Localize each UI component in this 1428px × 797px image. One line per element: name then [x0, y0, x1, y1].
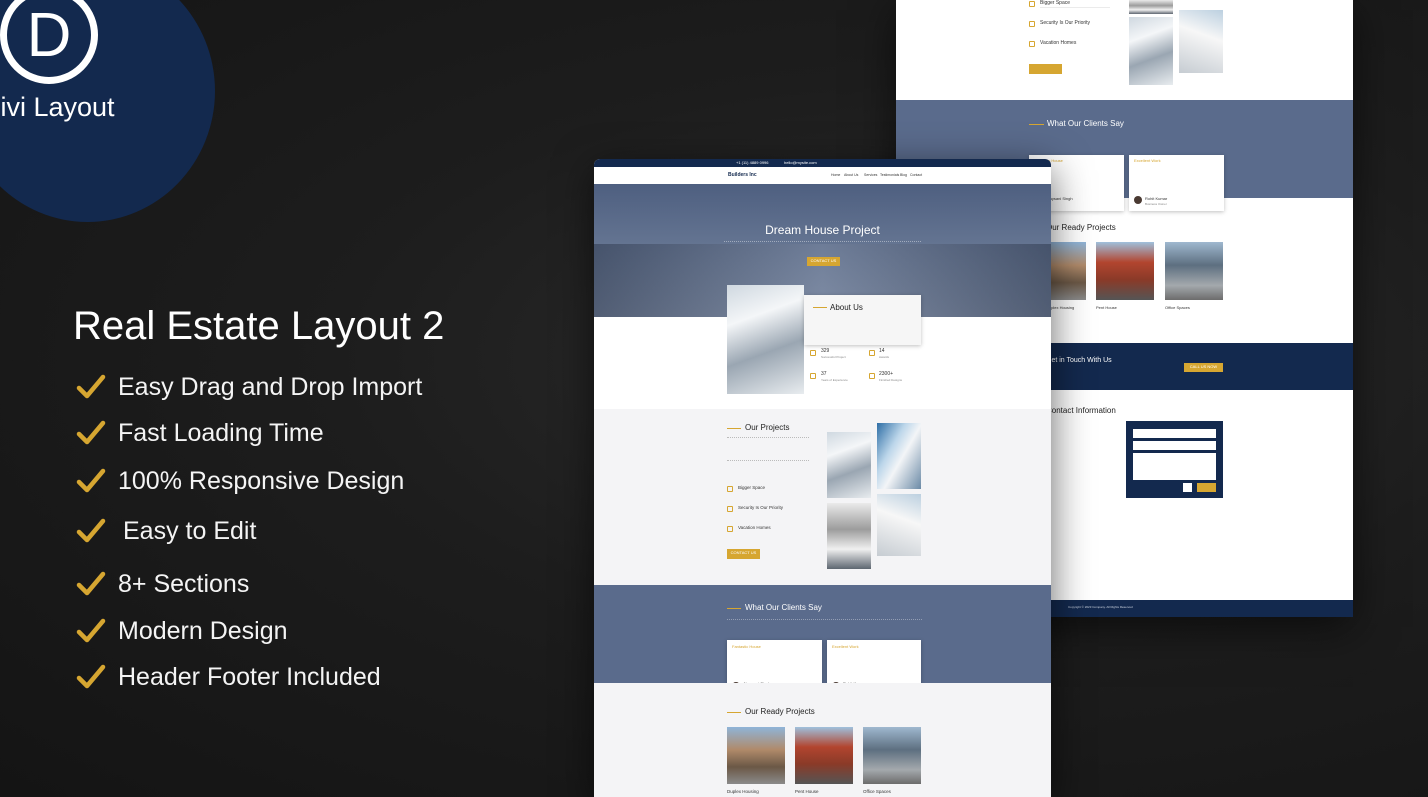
- check-icon: [76, 374, 106, 399]
- avatar: [1134, 196, 1142, 204]
- projects-contact-button[interactable]: CONTACT US: [727, 549, 760, 559]
- topbar-email: hello@mysite.com: [784, 160, 817, 165]
- space-icon: [1029, 1, 1035, 7]
- ready-item-name: Pent House: [795, 789, 819, 794]
- projects-section: [594, 409, 1051, 585]
- page-headline: Real Estate Layout 2: [73, 304, 445, 348]
- home-icon: [1029, 41, 1035, 47]
- front-page-mockup: +1 (11) 4889 0996 hello@mysite.com Build…: [594, 159, 1051, 797]
- ready-item-name: Office Spaces: [1165, 305, 1190, 310]
- badge-label: Divi Layout: [0, 92, 115, 122]
- logo-letter: D: [26, 0, 72, 70]
- back-feature: Security Is Our Priority: [1040, 20, 1091, 26]
- about-title: About Us: [830, 303, 863, 312]
- nav-item-home[interactable]: Home: [831, 173, 840, 177]
- submit-button[interactable]: [1197, 483, 1216, 492]
- check-icon: [76, 664, 106, 689]
- project-feature: Vacation Homes: [738, 525, 771, 530]
- stat-label: Years of Experience: [821, 378, 848, 382]
- testimonial-title: Fantastic House: [732, 644, 761, 649]
- ready-image: [863, 727, 921, 784]
- feature-label: Modern Design: [118, 616, 288, 645]
- testimonial-title: Excellent Work: [1134, 158, 1161, 163]
- feature-item: Easy Drag and Drop Import: [76, 372, 422, 402]
- stat-label: Successful Project: [821, 355, 846, 359]
- about-card: About Us: [804, 295, 921, 345]
- clients-title: What Our Clients Say: [745, 603, 822, 612]
- check-icon: [76, 420, 106, 445]
- stat-label: Finished Designs: [879, 378, 903, 382]
- nav-item-about[interactable]: About Us: [844, 173, 858, 177]
- divi-badge: D Divi Layout: [0, 0, 215, 222]
- email-field[interactable]: [1133, 441, 1216, 450]
- back-feature: Vacation Homes: [1040, 40, 1077, 46]
- back-cta-button[interactable]: CALL US NOW: [1184, 363, 1223, 372]
- nav-item-contact[interactable]: Contact: [910, 173, 922, 177]
- back-projects-section: Bigger Space Security Is Our Priority Va…: [896, 0, 1353, 100]
- nav-item-testimonials[interactable]: Testimonials: [880, 173, 899, 177]
- hero-contact-button[interactable]: CONTACT US: [807, 257, 840, 266]
- feature-item: Fast Loading Time: [76, 418, 324, 448]
- nav-bar: Builders Inc Home About Us Services Test…: [594, 167, 1051, 184]
- feature-item: 100% Responsive Design: [76, 466, 404, 496]
- ready-image: [727, 727, 785, 784]
- security-icon: [1029, 21, 1035, 27]
- back-cta-title: Get in Touch With Us: [1046, 357, 1112, 364]
- check-icon: [76, 618, 106, 643]
- nav-item-blog[interactable]: Blog: [900, 173, 907, 177]
- hero-title: Dream House Project: [765, 223, 880, 237]
- captcha-field[interactable]: [1183, 483, 1192, 492]
- message-field[interactable]: [1133, 453, 1216, 480]
- back-contact-title: Contact Information: [1046, 406, 1116, 415]
- project-icon: [810, 350, 816, 356]
- back-ready-title: Our Ready Projects: [1046, 223, 1116, 232]
- testimonial-title: Excellent Work: [832, 644, 859, 649]
- home-icon: [727, 526, 733, 532]
- space-icon: [727, 486, 733, 492]
- check-icon: [76, 571, 106, 596]
- design-icon: [869, 373, 875, 379]
- feature-label: Header Footer Included: [118, 662, 381, 691]
- clock-icon: [810, 373, 816, 379]
- back-contact-button[interactable]: [1029, 64, 1062, 74]
- project-feature: Security Is Our Priority: [738, 505, 784, 510]
- check-icon: [76, 468, 106, 493]
- back-clients-title: What Our Clients Say: [1047, 119, 1124, 128]
- projects-title: Our Projects: [745, 423, 790, 432]
- check-icon: [76, 518, 106, 543]
- feature-item: Header Footer Included: [76, 662, 381, 692]
- about-image: [727, 285, 804, 394]
- feature-label: Easy Drag and Drop Import: [118, 372, 423, 401]
- feature-item: Easy to Edit: [76, 516, 256, 546]
- feature-item: Modern Design: [76, 616, 288, 646]
- stat-label: Awards: [879, 355, 889, 359]
- award-icon: [869, 350, 875, 356]
- ready-item-name: Office Spaces: [863, 789, 891, 794]
- footer-copyright: Copyright © 2023 Company. All Rights Res…: [1068, 605, 1133, 609]
- ready-title: Our Ready Projects: [745, 707, 815, 716]
- clients-section: [594, 585, 1051, 683]
- name-field[interactable]: [1133, 429, 1216, 438]
- feature-label: 8+ Sections: [118, 569, 250, 598]
- security-icon: [727, 506, 733, 512]
- feature-item: 8+ Sections: [76, 569, 249, 599]
- nav-item-services[interactable]: Services: [864, 173, 877, 177]
- divi-logo-icon: D: [0, 0, 98, 84]
- testimonial-role: Business Owner: [1145, 202, 1167, 206]
- top-bar: +1 (11) 4889 0996 hello@mysite.com: [594, 159, 1051, 167]
- ready-item-name: Duplex Housing: [727, 789, 759, 794]
- topbar-phone: +1 (11) 4889 0996: [736, 160, 769, 165]
- ready-item-name: Pent House: [1096, 305, 1117, 310]
- feature-label: Fast Loading Time: [118, 418, 324, 447]
- feature-label: Easy to Edit: [123, 516, 257, 545]
- feature-label: 100% Responsive Design: [118, 466, 405, 495]
- project-feature: Bigger Space: [738, 485, 766, 490]
- nav-brand[interactable]: Builders Inc: [728, 172, 757, 178]
- ready-image: [795, 727, 853, 784]
- back-testimonial-card: Excellent Work Rohit Kumar Business Owne…: [1129, 155, 1224, 211]
- back-feature: Bigger Space: [1040, 0, 1071, 6]
- back-contact-form: [1126, 421, 1223, 498]
